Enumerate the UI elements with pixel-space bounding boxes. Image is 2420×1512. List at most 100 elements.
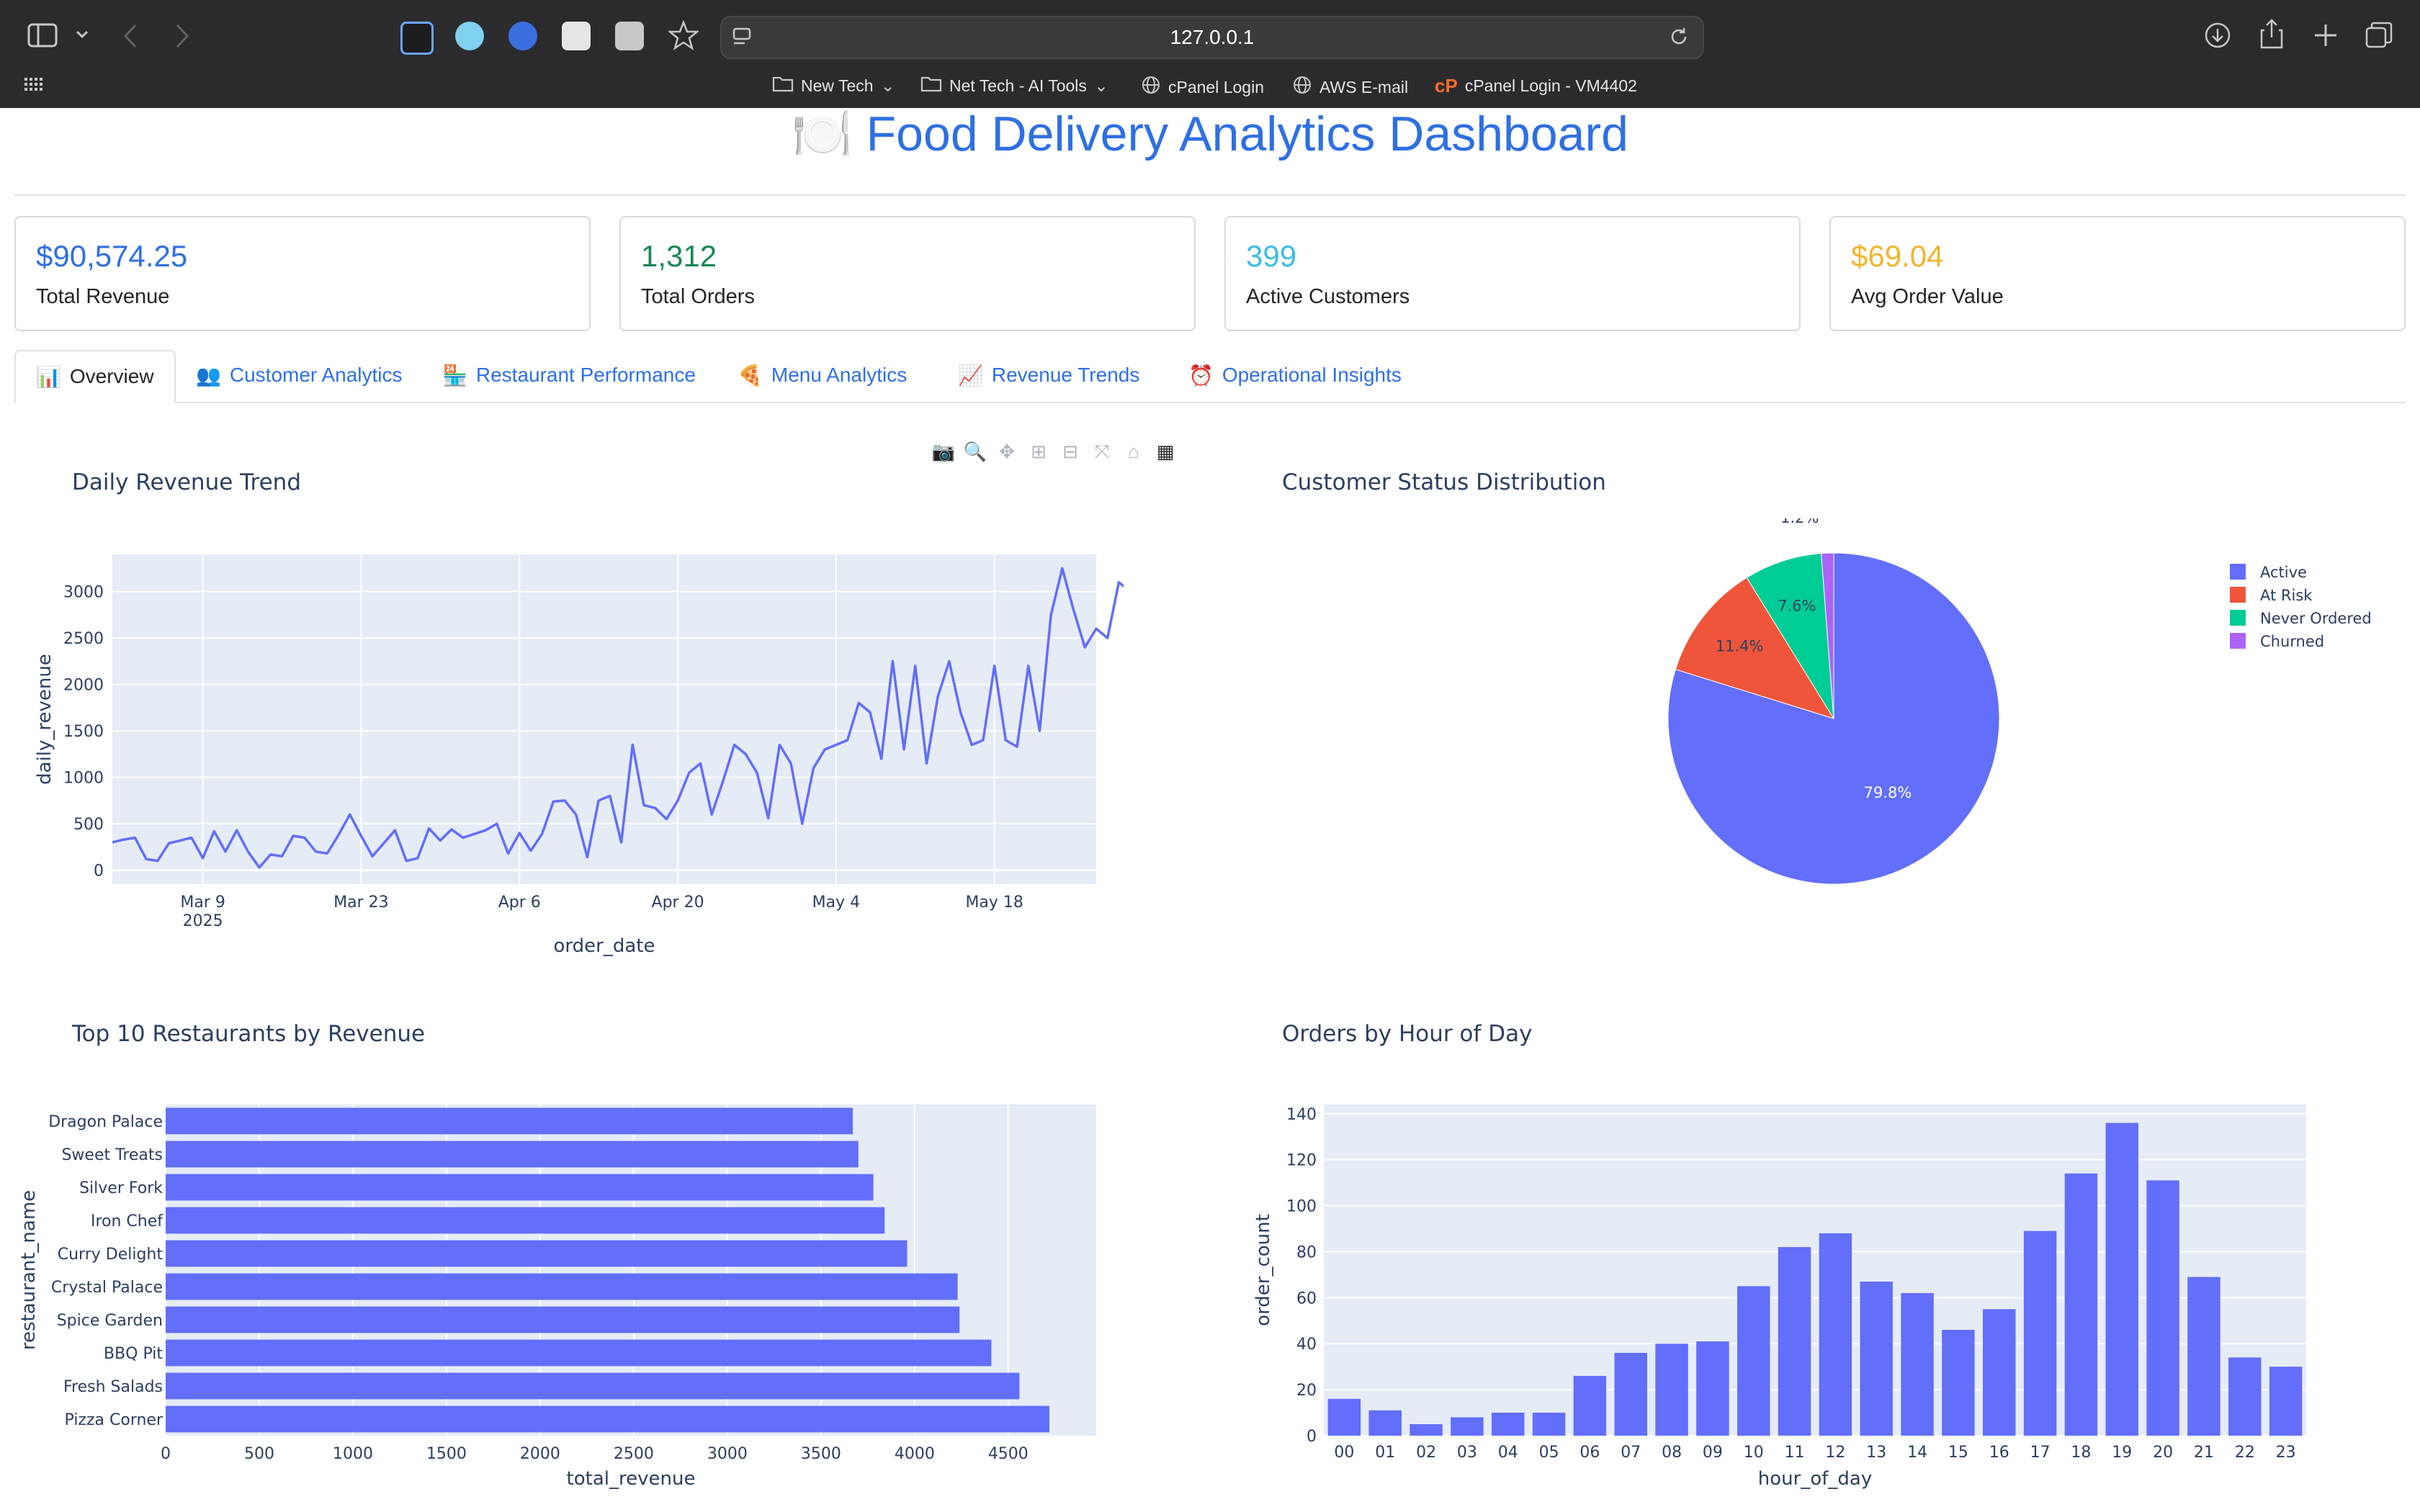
plotly-logo-icon[interactable]: ▦ <box>1152 441 1178 467</box>
zoom-in-icon[interactable]: ⊞ <box>1026 441 1052 467</box>
y-tick-label: Iron Chef <box>91 1212 163 1230</box>
plate-icon: 🍽️ <box>792 107 853 161</box>
bookmark-net-tech-ai-tools[interactable]: Net Tech - AI Tools ⌄ <box>920 75 1108 97</box>
autoscale-icon[interactable]: ⤧ <box>1089 441 1115 467</box>
y-tick-label: Sweet Treats <box>61 1146 163 1164</box>
sidebar-toggle-icon[interactable] <box>27 23 58 48</box>
legend-swatch <box>2230 633 2246 649</box>
bar <box>2105 1122 2138 1436</box>
pan-icon[interactable]: ✥ <box>994 441 1020 467</box>
x-tick-label: 03 <box>1457 1444 1477 1462</box>
legend-swatch <box>2230 610 2246 626</box>
y-tick-label: 1000 <box>63 770 104 788</box>
y-tick-label: BBQ Pit <box>104 1345 163 1363</box>
new-tab-icon[interactable] <box>2313 23 2338 48</box>
legend-label: Never Ordered <box>2260 610 2372 627</box>
x-tick-label: 01 <box>1375 1444 1395 1462</box>
tab-restaurant-performance[interactable]: 🏪 Restaurant Performance <box>422 350 716 400</box>
bar <box>166 1174 874 1201</box>
kpi-card-avg-order-value: $69.04 Avg Order Value <box>1829 216 2406 331</box>
tab-label: Menu Analytics <box>771 364 908 386</box>
y-tick-label: Fresh Salads <box>63 1378 163 1396</box>
x-tick-label: 20 <box>2153 1444 2173 1462</box>
x-tick-label: 22 <box>2235 1444 2255 1462</box>
bar <box>2146 1180 2179 1436</box>
customer-status-pie-chart: 79.8% 11.4% 7.6% 1.2% Active At Risk Never Ord… <box>1667 518 2372 885</box>
y-tick-label: Dragon Palace <box>48 1113 163 1131</box>
trend-chart-icon: 📈 <box>958 364 983 387</box>
y-tick-label: 80 <box>1296 1243 1317 1261</box>
folder-icon <box>920 75 942 97</box>
cpanel-icon: cP <box>1435 75 1458 96</box>
bar <box>1410 1424 1443 1436</box>
bookmark-label: New Tech <box>801 76 874 95</box>
kpi-card-total-orders: 1,312 Total Orders <box>619 216 1196 331</box>
bookmark-new-tech[interactable]: New Tech ⌄ <box>772 75 895 97</box>
y-tick-label: 140 <box>1286 1106 1317 1124</box>
x-tick-label: 3500 <box>801 1445 841 1463</box>
tab-menu-analytics[interactable]: 🍕 Menu Analytics <box>717 350 927 400</box>
home-icon[interactable]: ⌂ <box>1121 441 1147 467</box>
extension-icon[interactable] <box>508 22 537 50</box>
chevron-down-icon[interactable] <box>75 27 89 42</box>
x-tick-label: 11 <box>1785 1444 1805 1462</box>
x-tick-label: 1000 <box>333 1445 373 1463</box>
apps-grid-icon[interactable] <box>24 78 43 91</box>
camera-icon[interactable]: 📷 <box>931 441 956 467</box>
y-tick-label: 20 <box>1296 1382 1317 1400</box>
x-tick-label: 23 <box>2276 1444 2296 1462</box>
x-tick-label: Mar 9 <box>180 894 225 912</box>
x-tick-label: 05 <box>1539 1444 1559 1462</box>
alarm-clock-icon: ⏰ <box>1188 364 1214 387</box>
bookmark-cpanel-login[interactable]: cPanel Login <box>1141 75 1264 100</box>
bar <box>1532 1413 1566 1436</box>
y-tick-label: 1500 <box>63 723 104 741</box>
zoom-out-icon[interactable]: ⊟ <box>1057 441 1083 467</box>
tab-operational-insights[interactable]: ⏰ Operational Insights <box>1168 350 1422 400</box>
x-tick-label: 09 <box>1703 1444 1723 1462</box>
x-axis-title: total_revenue <box>567 1468 696 1490</box>
x-tick-label: 16 <box>1989 1444 2009 1462</box>
bar <box>1327 1398 1361 1436</box>
bookmark-aws-email[interactable]: AWS E-mail <box>1292 75 1408 100</box>
x-tick-label: 15 <box>1948 1444 1968 1462</box>
x-tick-label: May 18 <box>965 894 1023 912</box>
tab-revenue-trends[interactable]: 📈 Revenue Trends <box>938 350 1160 400</box>
address-bar[interactable]: 127.0.0.1 <box>720 16 1704 59</box>
download-icon[interactable] <box>2204 22 2231 49</box>
share-icon[interactable] <box>2259 19 2285 49</box>
tab-customer-analytics[interactable]: 👥 Customer Analytics <box>176 350 423 400</box>
bar <box>1696 1341 1729 1436</box>
tab-overview[interactable]: 📊 Overview <box>14 350 176 403</box>
notion-icon[interactable] <box>562 22 591 50</box>
slice-label: 11.4% <box>1716 638 1764 655</box>
extension-icon[interactable] <box>455 22 484 50</box>
reload-icon[interactable] <box>1668 26 1690 51</box>
x-tick-label: 19 <box>2112 1444 2132 1462</box>
x-tick-label: 13 <box>1866 1444 1886 1462</box>
page-title: 🍽️ Food Delivery Analytics Dashboard <box>0 105 2420 163</box>
kpi-card-total-revenue: $90,574.25 Total Revenue <box>14 216 591 331</box>
y-tick-label: 3000 <box>63 584 104 602</box>
kpi-value: $90,574.25 <box>36 239 188 273</box>
bar <box>1368 1410 1402 1436</box>
chart-title: Daily Revenue Trend <box>72 469 301 495</box>
slice-label: 7.6% <box>1778 598 1816 615</box>
bar <box>2023 1230 2057 1436</box>
zoom-icon[interactable]: 🔍 <box>962 441 988 467</box>
bookmark-cpanel-login-vm4402[interactable]: cP cPanel Login - VM4402 <box>1435 75 1637 97</box>
y-tick-label: Crystal Palace <box>51 1279 163 1297</box>
x-tick-label: 12 <box>1825 1444 1845 1462</box>
people-icon: 👥 <box>196 364 221 387</box>
bar <box>1901 1292 1934 1436</box>
forward-arrow-icon[interactable] <box>174 23 190 49</box>
back-arrow-icon[interactable] <box>122 23 138 49</box>
x-tick-label: 4000 <box>895 1445 935 1463</box>
tab-overview-icon[interactable] <box>2365 22 2393 49</box>
star-icon[interactable] <box>668 20 699 50</box>
extension-icon[interactable] <box>615 22 644 50</box>
x-tick-label: 14 <box>1907 1444 1927 1462</box>
y-tick-label: 0 <box>1307 1428 1317 1446</box>
bar <box>2064 1173 2098 1436</box>
bookmark-extension-icon[interactable] <box>400 22 434 55</box>
